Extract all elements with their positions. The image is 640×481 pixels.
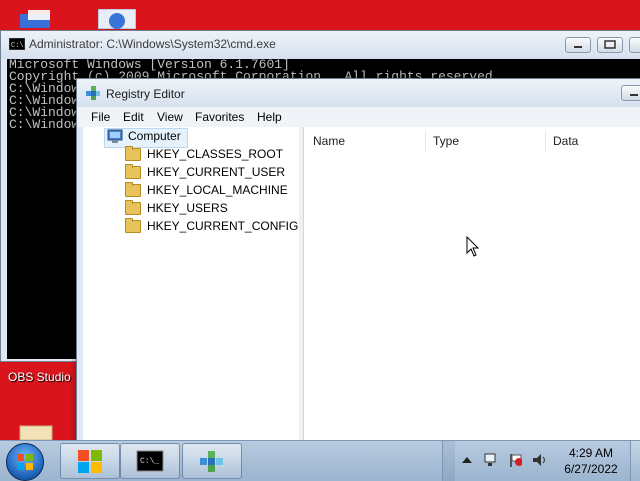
taskbar-scroll-handle[interactable] [442, 441, 455, 481]
svg-text:C:\: C:\ [11, 42, 24, 50]
explorer-icon [78, 450, 102, 473]
tree-row-hkcu[interactable]: HKEY_CURRENT_USER [83, 163, 293, 181]
menu-help[interactable]: Help [257, 110, 282, 124]
obs-studio-label[interactable]: OBS Studio [8, 370, 71, 384]
tree-label: HKEY_CURRENT_CONFIG [147, 219, 299, 233]
column-header-data[interactable]: Data [545, 131, 640, 151]
show-hidden-icons-arrow-icon[interactable] [460, 453, 474, 467]
system-clock[interactable]: 4:29 AM 6/27/2022 [560, 445, 622, 477]
regedit-body: Computer HKEY_CLASSES_ROOT HKEY_CURRENT_… [83, 127, 640, 447]
regedit-window[interactable]: Registry Editor File Edit View Favorites… [76, 78, 640, 448]
regedit-title: Registry Editor [106, 87, 185, 101]
tree-label: HKEY_CURRENT_USER [147, 165, 286, 179]
cmd-app-icon: C:\ [9, 38, 25, 50]
tree-row-hklm[interactable]: HKEY_LOCAL_MACHINE [83, 181, 293, 199]
clock-time: 4:29 AM [568, 446, 614, 460]
tree-label-computer: Computer [128, 129, 181, 143]
computer-icon [107, 129, 123, 143]
cmd-minimize-button[interactable] [565, 37, 591, 53]
tree-row-hkcr[interactable]: HKEY_CLASSES_ROOT [83, 145, 293, 163]
regedit-menubar: File Edit View Favorites Help [77, 107, 640, 127]
folder-icon [125, 164, 141, 179]
menu-view[interactable]: View [157, 110, 183, 124]
action-center-flag-icon[interactable] [508, 453, 522, 467]
tree-row-computer[interactable]: Computer [83, 127, 293, 148]
desktop-folder-icon[interactable] [18, 422, 54, 441]
values-list[interactable]: Name Type Data [305, 127, 640, 443]
regedit-minimize-button[interactable] [621, 85, 640, 101]
tree-label: HKEY_LOCAL_MACHINE [147, 183, 288, 197]
show-desktop-button[interactable] [630, 441, 640, 481]
regedit-titlebar[interactable]: Registry Editor [77, 79, 640, 107]
menu-file[interactable]: File [91, 110, 110, 124]
cmd-maximize-button[interactable] [597, 37, 623, 53]
desktop-icon-partial-2[interactable] [97, 8, 137, 30]
cmd-titlebar[interactable]: C:\ Administrator: C:\Windows\System32\c… [1, 31, 640, 59]
folder-icon [125, 218, 141, 233]
column-header-name[interactable]: Name [305, 131, 426, 151]
tree-row-hkcc[interactable]: HKEY_CURRENT_CONFIG [83, 217, 298, 235]
taskbar-regedit-button[interactable] [182, 443, 242, 479]
windows-logo-icon [17, 454, 33, 470]
taskbar-explorer-button[interactable] [60, 443, 120, 479]
mouse-cursor-icon [466, 236, 480, 257]
start-button[interactable] [6, 443, 44, 481]
cmd-close-button[interactable] [629, 37, 640, 53]
desktop-icon-partial[interactable] [14, 8, 60, 28]
network-icon[interactable] [484, 453, 498, 467]
tree-label: HKEY_CLASSES_ROOT [147, 147, 284, 161]
tree-row-hku[interactable]: HKEY_USERS [83, 199, 293, 217]
menu-favorites[interactable]: Favorites [195, 110, 244, 124]
speaker-icon[interactable] [532, 453, 546, 467]
column-header-type[interactable]: Type [425, 131, 546, 151]
folder-icon [125, 146, 141, 161]
taskbar-cmd-button[interactable]: C:\_ [120, 443, 180, 479]
folder-icon [125, 182, 141, 197]
tree-label: HKEY_USERS [147, 201, 228, 215]
taskbar: C:\_ 4:29 AM 6/27/2022 [0, 440, 640, 481]
menu-edit[interactable]: Edit [123, 110, 144, 124]
cmd-title: Administrator: C:\Windows\System32\cmd.e… [29, 37, 276, 51]
registry-tree[interactable]: Computer HKEY_CLASSES_ROOT HKEY_CURRENT_… [83, 127, 300, 443]
pane-splitter[interactable] [299, 127, 304, 443]
cmd-icon: C:\_ [136, 450, 164, 472]
clock-date: 6/27/2022 [564, 462, 618, 476]
regedit-icon [200, 451, 223, 472]
folder-icon [125, 200, 141, 215]
regedit-app-icon [86, 86, 100, 100]
svg-text:C:\_: C:\_ [140, 457, 159, 466]
